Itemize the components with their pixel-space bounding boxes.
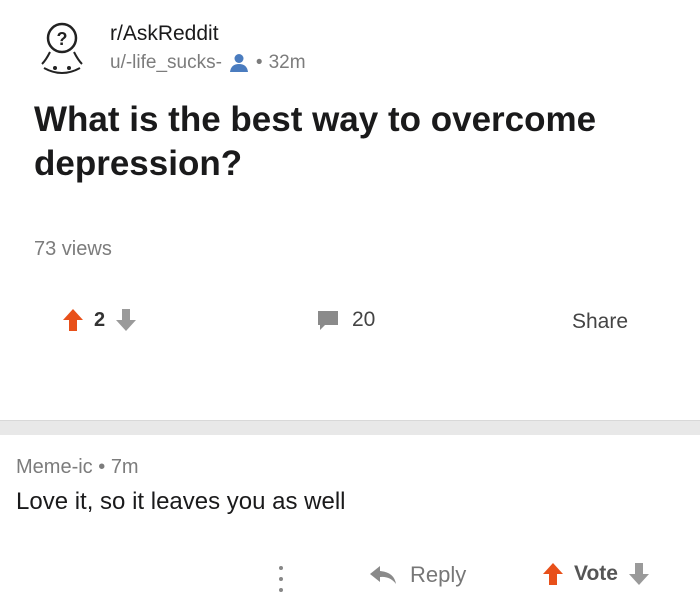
- downvote-arrow-icon[interactable]: [115, 308, 137, 332]
- meta-separator: •: [255, 52, 263, 73]
- subreddit-link[interactable]: r/AskReddit: [110, 22, 219, 46]
- svg-text:?: ?: [57, 29, 68, 49]
- upvote-arrow-icon[interactable]: [62, 308, 84, 332]
- comment-vote-group: Vote: [542, 562, 650, 586]
- downvote-arrow-icon[interactable]: [628, 562, 650, 586]
- reply-arrow-icon: [368, 564, 398, 586]
- reply-label: Reply: [410, 562, 467, 587]
- comment-actions-bar: Reply Vote: [0, 560, 700, 600]
- post-score: 2: [94, 308, 106, 331]
- comments-button[interactable]: 20: [316, 308, 375, 332]
- view-count: 73 views: [34, 238, 112, 260]
- share-button[interactable]: Share: [572, 310, 628, 334]
- reply-button[interactable]: Reply: [368, 562, 466, 588]
- post-actions-bar: 2 20 Share: [0, 300, 700, 344]
- comment-count: 20: [352, 308, 376, 331]
- comment-age: 7m: [110, 456, 139, 478]
- person-icon: [228, 52, 250, 74]
- post-title[interactable]: What is the best way to overcome depress…: [34, 98, 674, 186]
- vote-label: Vote: [574, 562, 618, 585]
- post-vote-group: 2: [62, 308, 137, 332]
- post-age: 32m: [268, 52, 306, 73]
- meta-separator: •: [98, 456, 106, 478]
- comment-meta: Meme-ic • 7m: [16, 456, 139, 479]
- upvote-arrow-icon[interactable]: [542, 562, 564, 586]
- comment-item: Meme-ic • 7m Love it, so it leaves you a…: [0, 434, 700, 604]
- post-card: ? r/AskReddit u/-life_sucks- • 32m What …: [0, 0, 700, 420]
- comment-bubble-icon: [316, 308, 340, 332]
- more-vertical-icon[interactable]: [274, 562, 288, 596]
- comment-body: Love it, so it leaves you as well: [16, 488, 346, 515]
- post-meta: u/-life_sucks- • 32m: [110, 52, 306, 74]
- question-mark-avatar-icon[interactable]: ?: [36, 20, 88, 78]
- section-divider: [0, 420, 700, 435]
- comment-author[interactable]: Meme-ic: [16, 456, 93, 478]
- author-link[interactable]: u/-life_sucks-: [110, 52, 222, 74]
